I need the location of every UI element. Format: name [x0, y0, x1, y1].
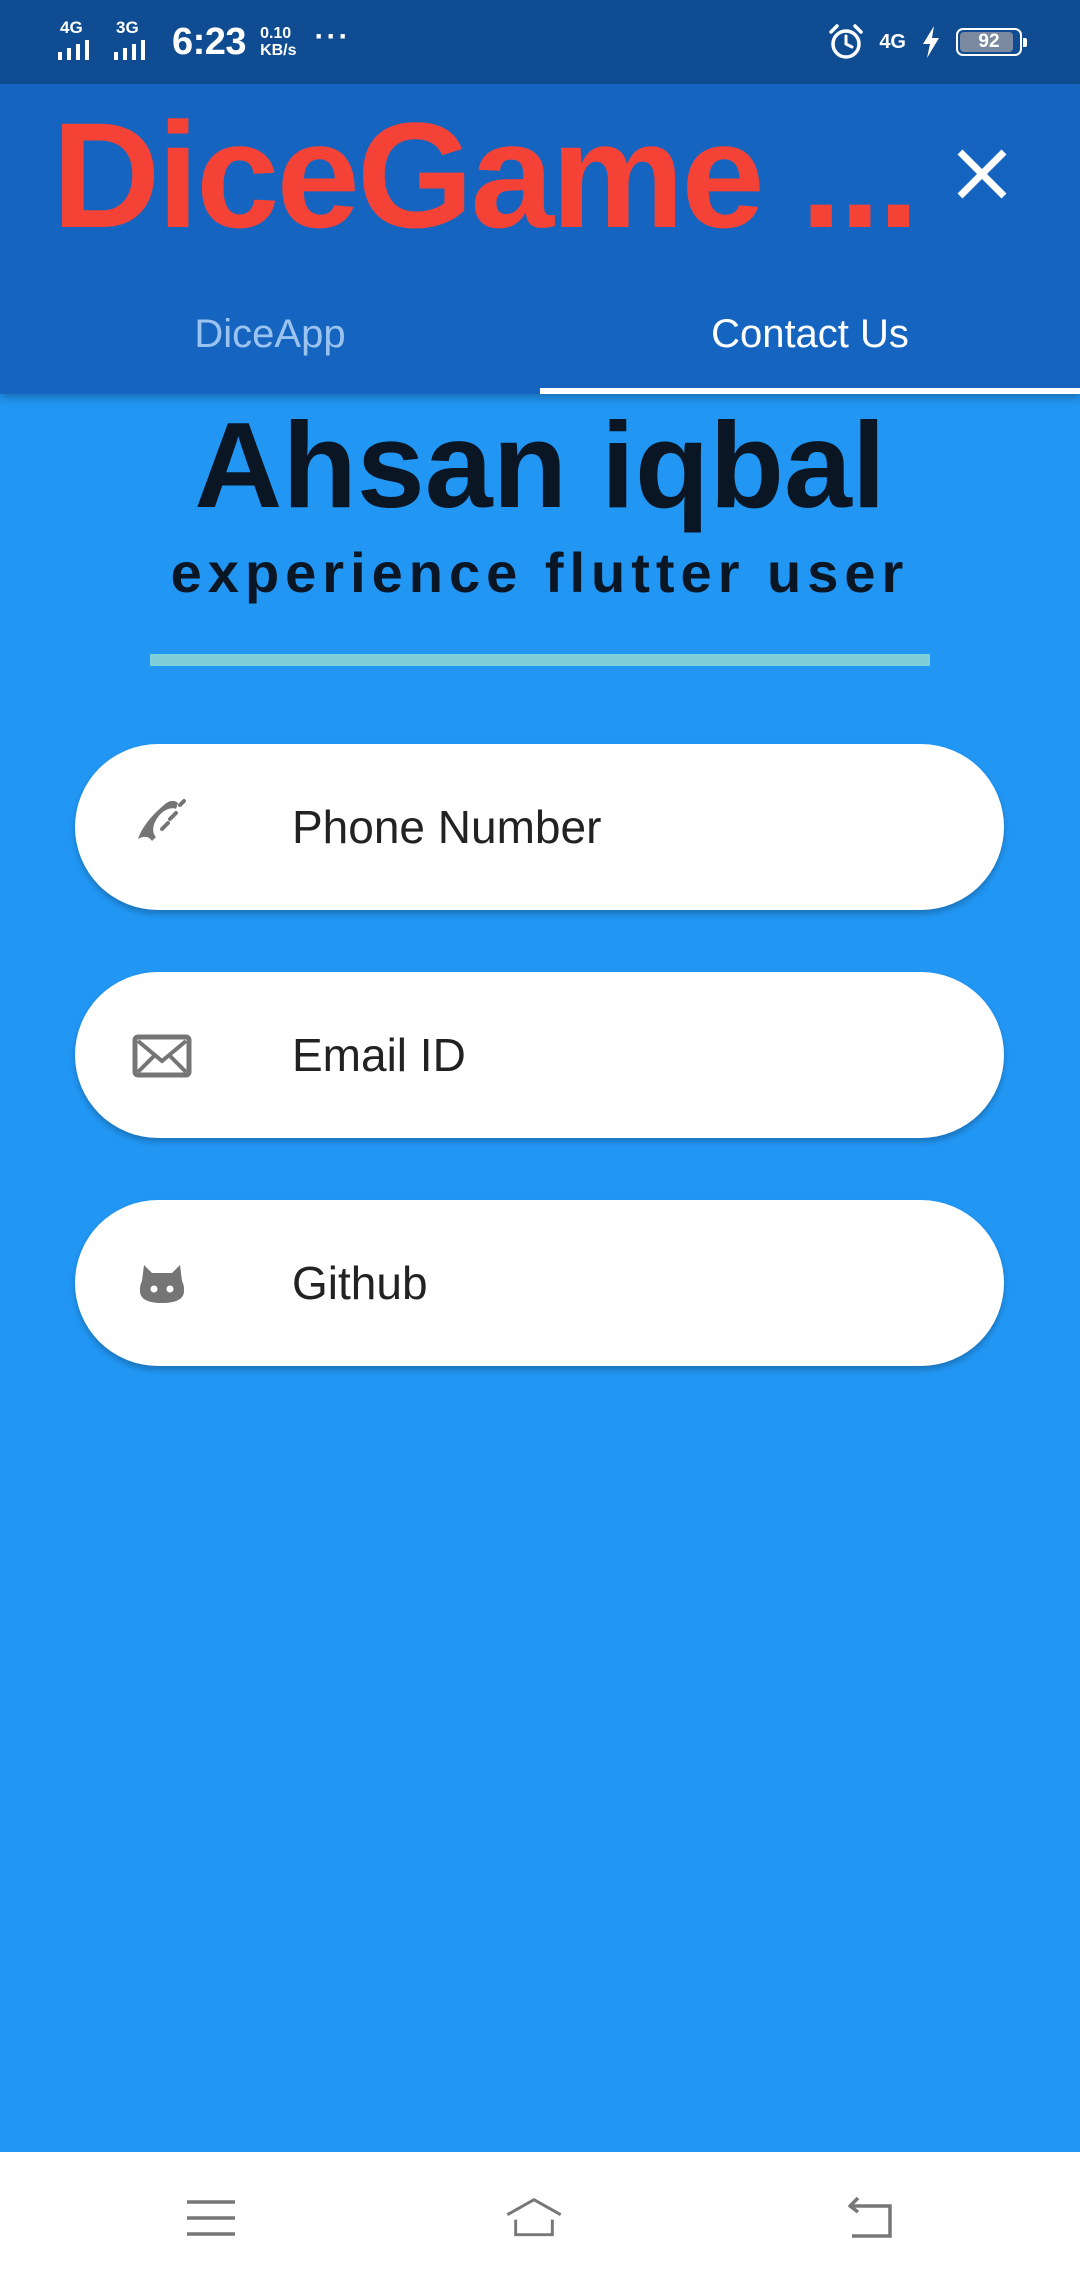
tab-indicator	[540, 388, 1080, 394]
sim1-network-label: 4G	[60, 18, 83, 37]
charging-icon	[923, 26, 939, 58]
network-speed-unit: KB/s	[260, 42, 297, 59]
sim1-signal-icon: 4G	[58, 18, 104, 64]
github-icon	[140, 1265, 184, 1303]
close-icon[interactable]	[946, 138, 1018, 210]
profile-name: Ahsan iqbal	[194, 397, 886, 533]
system-nav-bar	[0, 2152, 1080, 2280]
tab-contact-us-label: Contact Us	[711, 311, 909, 356]
status-bar: 4G 3G 6:23 0.10 KB/s ··· 4G 92	[0, 0, 1080, 84]
battery-level: 92	[978, 31, 1000, 52]
network-speed-value: 0.10	[260, 25, 292, 42]
github-label: Github	[292, 1257, 428, 1309]
data-network-label: 4G	[879, 30, 906, 53]
home-icon[interactable]	[504, 2188, 564, 2248]
sim2-network-label: 3G	[116, 18, 139, 37]
github-card[interactable]: Github	[75, 1200, 1004, 1366]
email-icon	[132, 1034, 192, 1078]
phone-number-label: Phone Number	[292, 801, 602, 853]
battery-icon: 92	[956, 28, 1027, 56]
alarm-icon	[829, 24, 864, 59]
menu-icon[interactable]	[181, 2188, 241, 2248]
email-id-label: Email ID	[292, 1029, 466, 1081]
phone-number-card[interactable]: Phone Number	[75, 744, 1004, 910]
tab-diceapp[interactable]: DiceApp	[0, 274, 540, 394]
email-id-card[interactable]: Email ID	[75, 972, 1004, 1138]
tab-bar: DiceApp Contact Us	[0, 274, 1080, 394]
sim2-signal-icon: 3G	[114, 18, 160, 64]
divider	[150, 654, 930, 666]
phone-icon	[138, 799, 186, 841]
app-bar: DiceGame ... DiceApp Contact Us	[0, 84, 1080, 394]
back-icon[interactable]	[840, 2188, 900, 2248]
app-title: DiceGame ...	[52, 91, 919, 259]
tab-contact-us[interactable]: Contact Us	[540, 274, 1080, 394]
profile-subtitle: experience flutter user	[170, 541, 910, 604]
network-speed: 0.10 KB/s	[260, 25, 296, 59]
tab-diceapp-label: DiceApp	[194, 311, 346, 356]
more-notifications-icon: ···	[314, 20, 351, 53]
status-time: 6:23	[172, 20, 247, 63]
